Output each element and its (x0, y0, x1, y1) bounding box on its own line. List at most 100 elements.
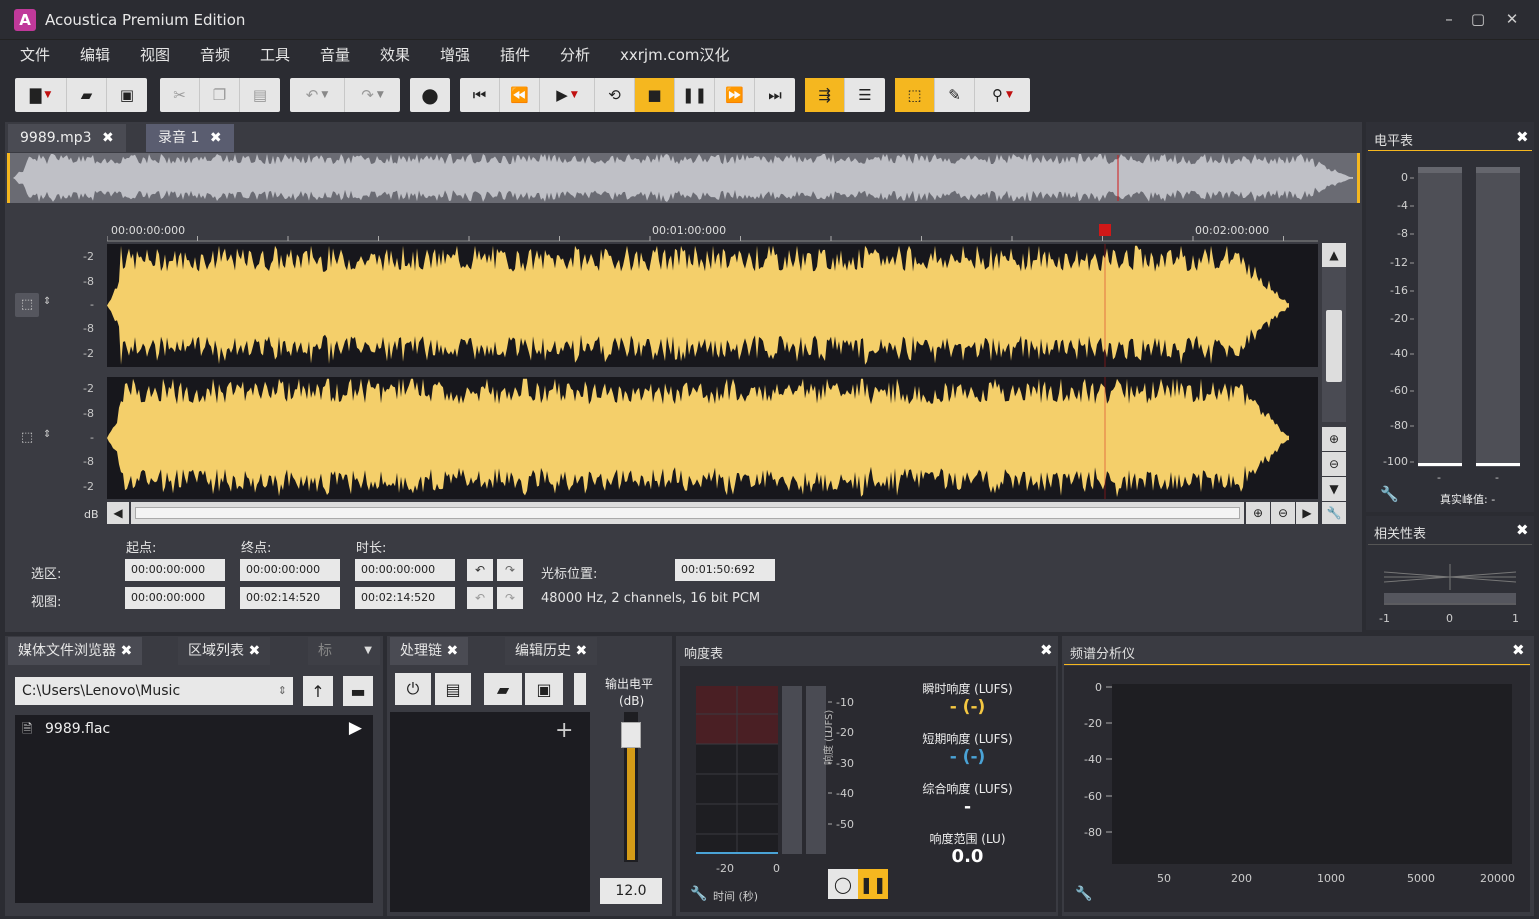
tab-overflow-icon[interactable]: ▼ (364, 637, 372, 665)
menu-analysis[interactable]: 分析 (560, 44, 590, 65)
output-level-slider-thumb[interactable] (621, 721, 641, 748)
timeline-ruler[interactable]: 00:00:00:000 00:01:00:000 00:02:00:000 (106, 222, 1318, 242)
close-tab-icon[interactable]: ✖ (575, 643, 587, 659)
menu-audio[interactable]: 音频 (200, 44, 230, 65)
zoom-out-horizontal-button[interactable]: ⊖ (1271, 502, 1295, 524)
paste-button[interactable]: ▤ (240, 78, 280, 112)
playhead-marker[interactable] (1099, 224, 1111, 236)
spectrum-settings-icon[interactable]: 🔧 (1075, 886, 1092, 902)
vertical-scrollbar-thumb[interactable] (1326, 310, 1342, 382)
loudness-reset-button[interactable]: ◯ (828, 869, 858, 899)
menu-file[interactable]: 文件 (20, 44, 50, 65)
add-effect-icon[interactable]: + (555, 718, 573, 743)
stop-button[interactable]: ■ (635, 78, 675, 112)
path-dropdown[interactable]: C:\Users\Lenovo\Music ⇕ (15, 677, 293, 705)
channel-right-arrow-icon[interactable]: ⇕ (43, 429, 51, 440)
cut-button[interactable]: ✂ (160, 78, 200, 112)
waveform-settings-button[interactable]: 🔧 (1322, 502, 1346, 524)
scroll-follow-button[interactable]: ⇶ (805, 78, 845, 112)
tab-9989-mp3[interactable]: 9989.mp3 ✖ (8, 124, 126, 152)
menu-volume[interactable]: 音量 (320, 44, 350, 65)
close-level-meter-icon[interactable]: ✖ (1516, 128, 1529, 146)
close-window-button[interactable]: ✕ (1500, 10, 1524, 28)
new-file-button[interactable]: ▇ ▼ (15, 78, 67, 112)
go-to-end-button[interactable]: ⏭ (755, 78, 795, 112)
selection-start-field[interactable]: 00:00:00:000 (125, 559, 225, 581)
menu-tools[interactable]: 工具 (260, 44, 290, 65)
menu-enhance[interactable]: 增强 (440, 44, 470, 65)
menu-plugins[interactable]: 插件 (500, 44, 530, 65)
menu-view[interactable]: 视图 (140, 44, 170, 65)
scroll-down-button[interactable]: ▼ (1322, 477, 1346, 501)
play-button[interactable]: ▶ ▼ (540, 78, 595, 112)
zoom-in-horizontal-button[interactable]: ⊕ (1246, 502, 1270, 524)
selection-length-field[interactable]: 00:00:00:000 (355, 559, 455, 581)
save-button[interactable]: ▣ (107, 78, 147, 112)
file-list-item[interactable]: 🗎 9989.flac ▶ (22, 718, 366, 740)
output-level-value[interactable]: 12.0 (600, 878, 662, 904)
overview-strip[interactable] (7, 153, 1360, 203)
view-redo-button[interactable]: ↷ (497, 587, 523, 609)
save-chain-button[interactable]: ▣ (525, 673, 563, 705)
spectrogram-button[interactable]: ☰ (845, 78, 885, 112)
zoom-tool-button[interactable]: ⚲ ▼ (975, 78, 1030, 112)
parent-folder-button[interactable]: ↑ (303, 676, 333, 706)
loop-button[interactable]: ⟲ (595, 78, 635, 112)
selection-end-field[interactable]: 00:00:00:000 (240, 559, 340, 581)
tab-media-browser[interactable]: 媒体文件浏览器 ✖ (8, 637, 143, 665)
horizontal-scrollbar-thumb[interactable] (135, 507, 1240, 519)
tab-region-list[interactable]: 区域列表 ✖ (178, 637, 271, 665)
waveform-channel-right[interactable] (107, 377, 1318, 499)
zoom-out-vertical-button[interactable]: ⊖ (1322, 452, 1346, 476)
power-button[interactable]: ⏻ (395, 673, 431, 705)
fast-forward-button[interactable]: ⏩ (715, 78, 755, 112)
scroll-right-button[interactable]: ▶ (1296, 502, 1318, 524)
channel-left-arrow-icon[interactable]: ⇕ (43, 296, 51, 307)
selection-redo-button[interactable]: ↷ (497, 559, 523, 581)
level-meter-settings-icon[interactable]: 🔧 (1380, 485, 1399, 503)
waveform-channel-left[interactable] (107, 244, 1318, 367)
close-tab-icon[interactable]: ✖ (210, 130, 222, 146)
menu-localization[interactable]: xxrjm.com汉化 (620, 44, 730, 65)
close-tab-icon[interactable]: ✖ (120, 643, 132, 659)
zoom-in-vertical-button[interactable]: ⊕ (1322, 427, 1346, 451)
close-tab-icon[interactable]: ✖ (446, 643, 458, 659)
load-chain-button[interactable]: ▰ (484, 673, 522, 705)
close-tab-icon[interactable]: ✖ (248, 643, 260, 659)
go-to-start-button[interactable]: ⏮ (460, 78, 500, 112)
view-end-field[interactable]: 00:02:14:520 (240, 587, 340, 609)
scroll-up-button[interactable]: ▲ (1322, 243, 1346, 267)
open-file-button[interactable]: ▰ (67, 78, 107, 112)
close-loudness-icon[interactable]: ✖ (1040, 641, 1053, 659)
loudness-settings-icon[interactable]: 🔧 (690, 886, 707, 902)
minimize-button[interactable]: – (1437, 10, 1461, 28)
loudness-pause-button[interactable]: ❚❚ (858, 869, 888, 899)
pause-button[interactable]: ❚❚ (675, 78, 715, 112)
pencil-tool-button[interactable]: ✎ (935, 78, 975, 112)
horizontal-scrollbar[interactable] (131, 502, 1244, 524)
tab-markers[interactable]: 标 ▼ (308, 637, 380, 665)
close-spectrum-icon[interactable]: ✖ (1512, 641, 1525, 659)
copy-button[interactable]: ❐ (200, 78, 240, 112)
clipboard-button[interactable]: ▤ (435, 673, 471, 705)
redo-button[interactable]: ↷ ▼ (345, 78, 400, 112)
rewind-button[interactable]: ⏪ (500, 78, 540, 112)
channel-left-toggle-icon[interactable]: ⬚ (15, 293, 39, 317)
chain-scroll-handle[interactable] (574, 673, 586, 705)
cursor-position-field[interactable]: 00:01:50:692 (675, 559, 775, 581)
close-tab-icon[interactable]: ✖ (102, 130, 114, 146)
browse-folder-button[interactable]: ▬ (343, 676, 373, 706)
view-start-field[interactable]: 00:00:00:000 (125, 587, 225, 609)
maximize-button[interactable]: ▢ (1466, 10, 1490, 28)
selection-undo-button[interactable]: ↶ (467, 559, 493, 581)
preview-play-icon[interactable]: ▶ (349, 718, 362, 738)
select-tool-button[interactable]: ⬚ (895, 78, 935, 112)
scroll-left-button[interactable]: ◀ (107, 502, 129, 524)
tab-edit-history[interactable]: 编辑历史 ✖ (505, 637, 598, 665)
view-undo-button[interactable]: ↶ (467, 587, 493, 609)
channel-right-toggle-icon[interactable]: ⬚ (15, 426, 39, 450)
undo-button[interactable]: ↶ ▼ (290, 78, 345, 112)
close-correlation-icon[interactable]: ✖ (1516, 521, 1529, 539)
tab-recording-1[interactable]: 录音 1 ✖ (146, 124, 234, 152)
record-button[interactable]: ● (410, 78, 450, 112)
